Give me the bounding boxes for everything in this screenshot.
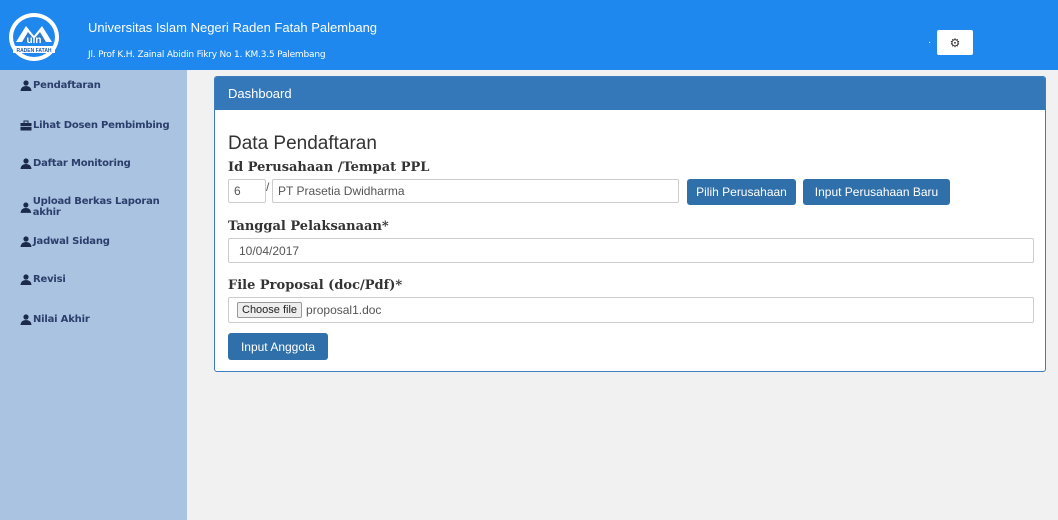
proposal-file-input[interactable]: Choose file proposal1.doc [228, 297, 1034, 323]
sidebar-item-daftar-monitoring[interactable]: Daftar Monitoring [20, 158, 131, 169]
new-company-button[interactable]: Input Perusahaan Baru [803, 179, 950, 205]
sidebar: Pendaftaran Lihat Dosen Pembimbing Dafta… [0, 70, 187, 520]
sidebar-item-lihat-dosen-pembimbing[interactable]: Lihat Dosen Pembimbing [20, 120, 170, 131]
company-name-input[interactable]: PT Prasetia Dwidharma [272, 179, 679, 203]
pick-company-button[interactable]: Pilih Perusahaan [687, 179, 796, 205]
company-id-input[interactable]: 6 [228, 179, 266, 203]
top-bar: uin RADEN FATAH Universitas Islam Negeri… [0, 0, 1058, 70]
sidebar-item-pendaftaran[interactable]: Pendaftaran [20, 80, 101, 91]
briefcase-icon [20, 120, 32, 131]
dashboard-panel: Dashboard Data Pendaftaran Id Perusahaan… [214, 76, 1046, 372]
gear-icon: ⚙ [949, 35, 961, 50]
slash-separator: / [266, 180, 270, 194]
sidebar-item-nilai-akhir[interactable]: Nilai Akhir [20, 314, 90, 325]
university-address: Jl. Prof K.H. Zainal Abidin Fikry No 1. … [88, 50, 326, 60]
settings-button[interactable]: ⚙ [937, 30, 973, 55]
user-icon [20, 80, 32, 91]
user-icon [20, 236, 32, 247]
file-name: proposal1.doc [306, 303, 382, 317]
user-icon [20, 158, 32, 169]
university-name: Universitas Islam Negeri Raden Fatah Pal… [88, 20, 378, 35]
user-icon [20, 274, 32, 285]
file-label: File Proposal (doc/Pdf)* [228, 278, 403, 293]
panel-heading: Dashboard [215, 77, 1045, 110]
sidebar-item-jadwal-sidang[interactable]: Jadwal Sidang [20, 236, 110, 247]
input-member-button[interactable]: Input Anggota [228, 333, 328, 360]
page-title: Data Pendaftaran [228, 133, 377, 154]
header-dot-link[interactable]: · [928, 37, 931, 48]
user-icon [20, 202, 32, 213]
company-label: Id Perusahaan /Tempat PPL [228, 160, 430, 175]
user-icon [20, 314, 32, 325]
choose-file-button[interactable]: Choose file [237, 302, 303, 318]
date-input[interactable]: 10/04/2017 [228, 238, 1034, 263]
sidebar-item-revisi[interactable]: Revisi [20, 274, 66, 285]
university-logo: uin RADEN FATAH [9, 13, 59, 61]
sidebar-item-upload-berkas[interactable]: Upload Berkas Laporan akhir [20, 196, 187, 218]
logo-subtext: RADEN FATAH [16, 48, 51, 54]
date-label: Tanggal Pelaksanaan* [228, 219, 389, 234]
logo-text: uin [27, 35, 42, 46]
